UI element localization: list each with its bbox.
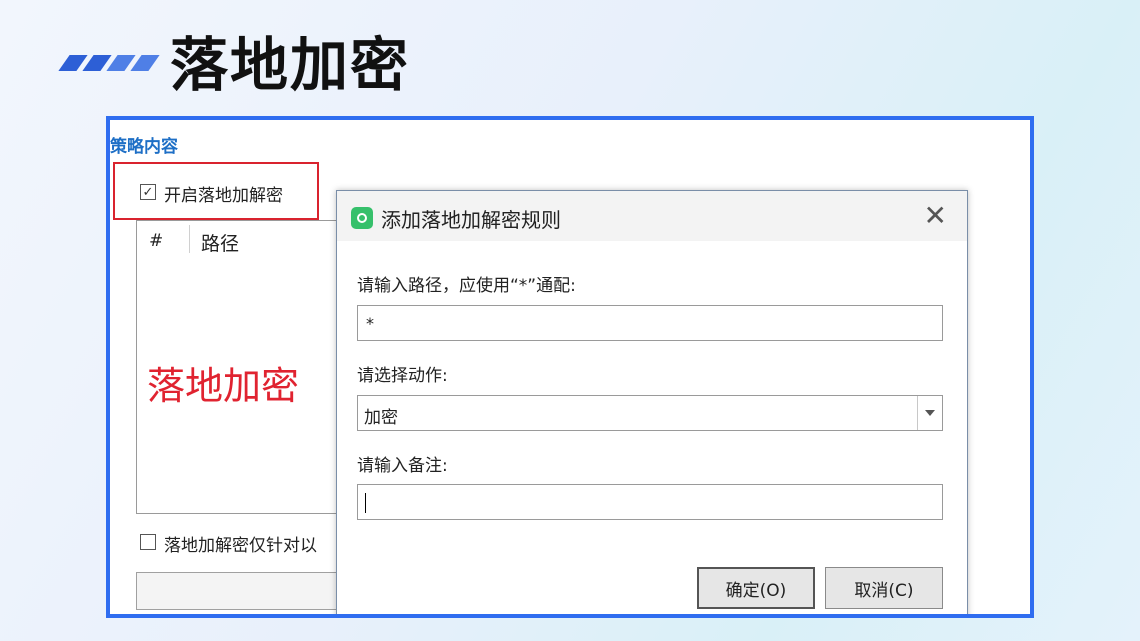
screenshot-frame: 策略内容 ✓ 开启落地加解密 # 路径 落地加密 落地加解密仅针对以 添加落地加… <box>106 116 1034 618</box>
close-icon[interactable]: ✕ <box>924 199 947 232</box>
stripe-decoration <box>130 55 160 71</box>
path-input[interactable] <box>357 305 943 341</box>
column-divider[interactable] <box>189 225 190 253</box>
column-header-path[interactable]: 路径 <box>201 229 239 256</box>
action-label: 请选择动作: <box>357 366 448 386</box>
enable-checkbox-label[interactable]: 开启落地加解密 <box>164 181 283 206</box>
title-stripes-icon <box>58 55 160 71</box>
panel-button[interactable] <box>136 572 358 610</box>
note-input[interactable] <box>357 484 943 520</box>
enable-checkbox[interactable]: ✓ <box>140 184 156 200</box>
ok-button[interactable]: 确定(O) <box>697 567 815 609</box>
note-label: 请输入备注: <box>357 456 448 476</box>
slide-title: 落地加密 <box>170 31 411 99</box>
cancel-button[interactable]: 取消(C) <box>825 567 943 609</box>
app-icon <box>351 207 373 229</box>
only-checkbox-label[interactable]: 落地加解密仅针对以 <box>164 531 317 556</box>
action-select[interactable]: 加密 <box>357 395 943 431</box>
check-icon: ✓ <box>142 184 154 200</box>
path-label: 请输入路径，应使用“*”通配: <box>357 276 576 296</box>
chevron-down-icon[interactable] <box>917 396 942 430</box>
dialog-titlebar[interactable]: 添加落地加解密规则 ✕ <box>337 191 967 241</box>
text-caret <box>365 493 366 513</box>
column-header-index[interactable]: # <box>149 231 163 251</box>
slide-title-group: 落地加密 <box>58 20 411 100</box>
add-rule-dialog: 添加落地加解密规则 ✕ 请输入路径，应使用“*”通配: 请选择动作: 加密 请输… <box>336 190 968 614</box>
action-select-value: 加密 <box>364 408 398 428</box>
annotation-label: 落地加密 <box>147 364 300 408</box>
dialog-title: 添加落地加解密规则 <box>381 208 561 232</box>
section-title: 策略内容 <box>110 137 178 157</box>
only-checkbox[interactable] <box>140 534 156 550</box>
